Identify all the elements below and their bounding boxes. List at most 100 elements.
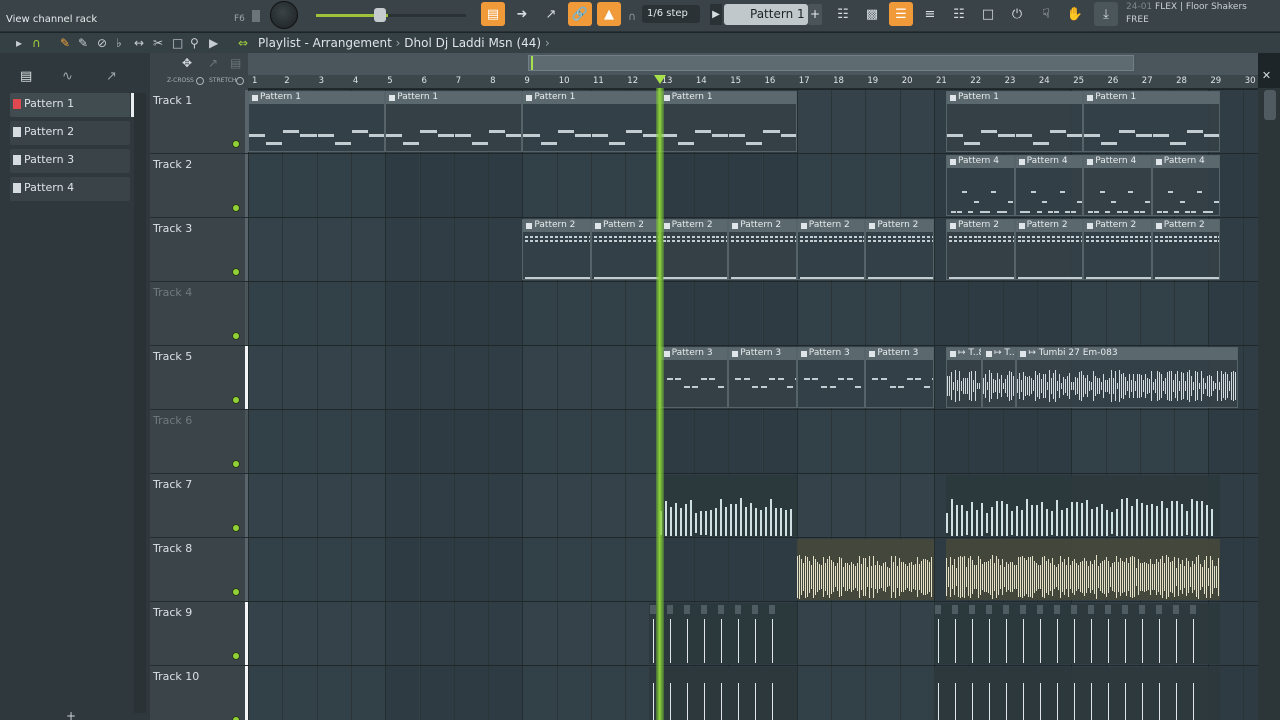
clip-label[interactable]: Pattern 2: [866, 220, 933, 232]
clip-label[interactable]: Pattern 2: [947, 220, 1014, 232]
pattern-clip[interactable]: Pattern 2: [728, 219, 797, 280]
pattern-clip[interactable]: Pattern 2: [1151, 219, 1221, 280]
track-name[interactable]: Track 7: [153, 478, 192, 491]
clip-label[interactable]: Pattern 2: [1084, 220, 1151, 232]
audio-clip[interactable]: [934, 603, 1221, 664]
audio-clip[interactable]: [934, 667, 1221, 720]
browser-button[interactable]: ☷: [947, 2, 971, 26]
master-pitch-knob[interactable]: [270, 1, 298, 29]
touch-button[interactable]: ✋: [1063, 2, 1087, 26]
track-header[interactable]: Track 7: [150, 474, 248, 538]
overview-window[interactable]: [528, 55, 1134, 71]
pattern-clip[interactable]: Pattern 1: [1083, 91, 1221, 152]
clip-label[interactable]: Pattern 3: [660, 348, 728, 360]
zoom-icon[interactable]: ⚲: [190, 36, 199, 50]
timeline-ruler[interactable]: 1 2 3 4 5 6 7 8 9 10 11 12 13 14 15 16 17 18 19 20 21 22 23 24 2…: [248, 75, 1258, 89]
track-name[interactable]: Track 4: [153, 286, 192, 299]
clip-label[interactable]: Pattern 3: [797, 348, 865, 360]
audio-clip-icon[interactable]: ∿: [62, 69, 73, 84]
pattern-clip[interactable]: Pattern 1: [385, 91, 523, 152]
news-panel[interactable]: 24-01 FLEX | Floor Shakers: [1126, 2, 1247, 12]
clip-label[interactable]: Pattern 1: [660, 92, 796, 104]
draw-tool-icon[interactable]: ↗: [208, 56, 218, 70]
piano-roll-button[interactable]: ▩: [860, 2, 884, 26]
pattern-clip[interactable]: Pattern 4: [946, 155, 1015, 216]
clip-label[interactable]: Pattern 1: [1084, 92, 1220, 104]
pattern-play-arrow[interactable]: ▶: [710, 4, 722, 25]
track-header[interactable]: Track 1: [150, 90, 248, 154]
pattern-clip[interactable]: Pattern 2: [522, 219, 591, 280]
track-name[interactable]: Track 9: [153, 606, 192, 619]
clip-label[interactable]: Pattern 2: [660, 220, 728, 232]
clip-label[interactable]: Pattern 1: [249, 92, 385, 104]
arrangement-arrows-icon[interactable]: ⇔: [238, 36, 248, 50]
pattern-clip[interactable]: Pattern 1: [946, 91, 1084, 152]
delete-icon[interactable]: ⊘: [97, 36, 107, 50]
clip-label[interactable]: Pattern 1: [523, 92, 659, 104]
tempo-tapper-button[interactable]: ☟: [1034, 2, 1058, 26]
track-mute-led[interactable]: [232, 396, 240, 404]
metronome-button[interactable]: ▲: [597, 2, 621, 26]
pattern-item[interactable]: Pattern 3: [10, 149, 130, 173]
track-header[interactable]: Track 9: [150, 602, 248, 666]
pattern-clip[interactable]: Pattern 4: [1014, 155, 1084, 216]
track-name[interactable]: Track 10: [153, 670, 199, 683]
track-header[interactable]: Track 3: [150, 218, 248, 282]
clip-label[interactable]: ↦ Tumbi 27 Em-083: [1017, 348, 1237, 360]
pattern-clip[interactable]: Pattern 1: [659, 91, 797, 152]
snap-arrow-button[interactable]: ➜: [510, 2, 534, 26]
pattern-clip[interactable]: Pattern 3: [865, 347, 934, 408]
clip-label[interactable]: Pattern 2: [797, 220, 865, 232]
clip-label[interactable]: Pattern 2: [1152, 220, 1220, 232]
slice-icon[interactable]: ✂: [153, 36, 163, 50]
track-header[interactable]: Track 4: [150, 282, 248, 346]
grid-tool-icon[interactable]: ▤: [230, 56, 241, 70]
channel-rack-button[interactable]: ☰: [889, 2, 913, 26]
clip-label[interactable]: Pattern 2: [1015, 220, 1083, 232]
track-name[interactable]: Track 2: [153, 158, 192, 171]
clip-label[interactable]: Pattern 1: [386, 92, 522, 104]
track-header[interactable]: Track 6: [150, 410, 248, 474]
stretch-toggle[interactable]: [236, 77, 244, 85]
clip-label[interactable]: Pattern 3: [866, 348, 933, 360]
clip-label[interactable]: Pattern 4: [1015, 156, 1083, 168]
clip-label[interactable]: Pattern 3: [729, 348, 796, 360]
track-mute-led[interactable]: [232, 460, 240, 468]
vertical-scrollbar[interactable]: [1258, 88, 1280, 720]
pattern-clip[interactable]: Pattern 1: [248, 91, 386, 152]
select-icon[interactable]: □: [172, 36, 183, 50]
pattern-item[interactable]: Pattern 2: [10, 121, 130, 145]
pattern-clip[interactable]: Pattern 4: [1083, 155, 1152, 216]
vertical-scroll-thumb[interactable]: [1264, 90, 1276, 120]
pencil-icon[interactable]: ✎: [60, 36, 70, 50]
track-mute-led[interactable]: [232, 716, 240, 720]
pattern-item[interactable]: Pattern 1: [10, 93, 134, 117]
track-mute-led[interactable]: [232, 268, 240, 276]
pattern-item[interactable]: Pattern 4: [10, 177, 130, 201]
audio-clip[interactable]: ↦ Tumbi 27 Em-083: [1016, 347, 1238, 408]
download-button[interactable]: ⤓: [1094, 2, 1118, 26]
snap-step-selector[interactable]: 1/6 step: [642, 5, 700, 23]
link-button[interactable]: 🔗: [568, 2, 592, 26]
pattern-clip[interactable]: Pattern 3: [659, 347, 729, 408]
add-pattern-button[interactable]: +: [808, 4, 822, 25]
track-mute-led[interactable]: [232, 332, 240, 340]
track-mute-led[interactable]: [232, 140, 240, 148]
clip-label[interactable]: Pattern 2: [729, 220, 796, 232]
track-header[interactable]: Track 10: [150, 666, 248, 720]
pattern-picker-icon[interactable]: ▤: [20, 69, 32, 84]
project-button[interactable]: □: [976, 2, 1000, 26]
playback-icon[interactable]: ▶: [209, 36, 218, 50]
audio-clip[interactable]: [649, 603, 797, 664]
track-name[interactable]: Track 6: [153, 414, 192, 427]
pattern-selector[interactable]: Pattern 1: [724, 4, 808, 25]
clip-label[interactable]: Pattern 2: [523, 220, 590, 232]
clip-label[interactable]: Pattern 4: [947, 156, 1014, 168]
audio-clip[interactable]: ↦ T..81: [946, 347, 982, 408]
track-mute-led[interactable]: [232, 652, 240, 660]
playhead-marker[interactable]: [653, 75, 666, 84]
track-name[interactable]: Track 5: [153, 350, 192, 363]
pattern-song-toggle-button[interactable]: ▤: [481, 2, 505, 26]
pattern-clip[interactable]: Pattern 2: [796, 219, 866, 280]
audio-clip[interactable]: [946, 539, 1221, 600]
